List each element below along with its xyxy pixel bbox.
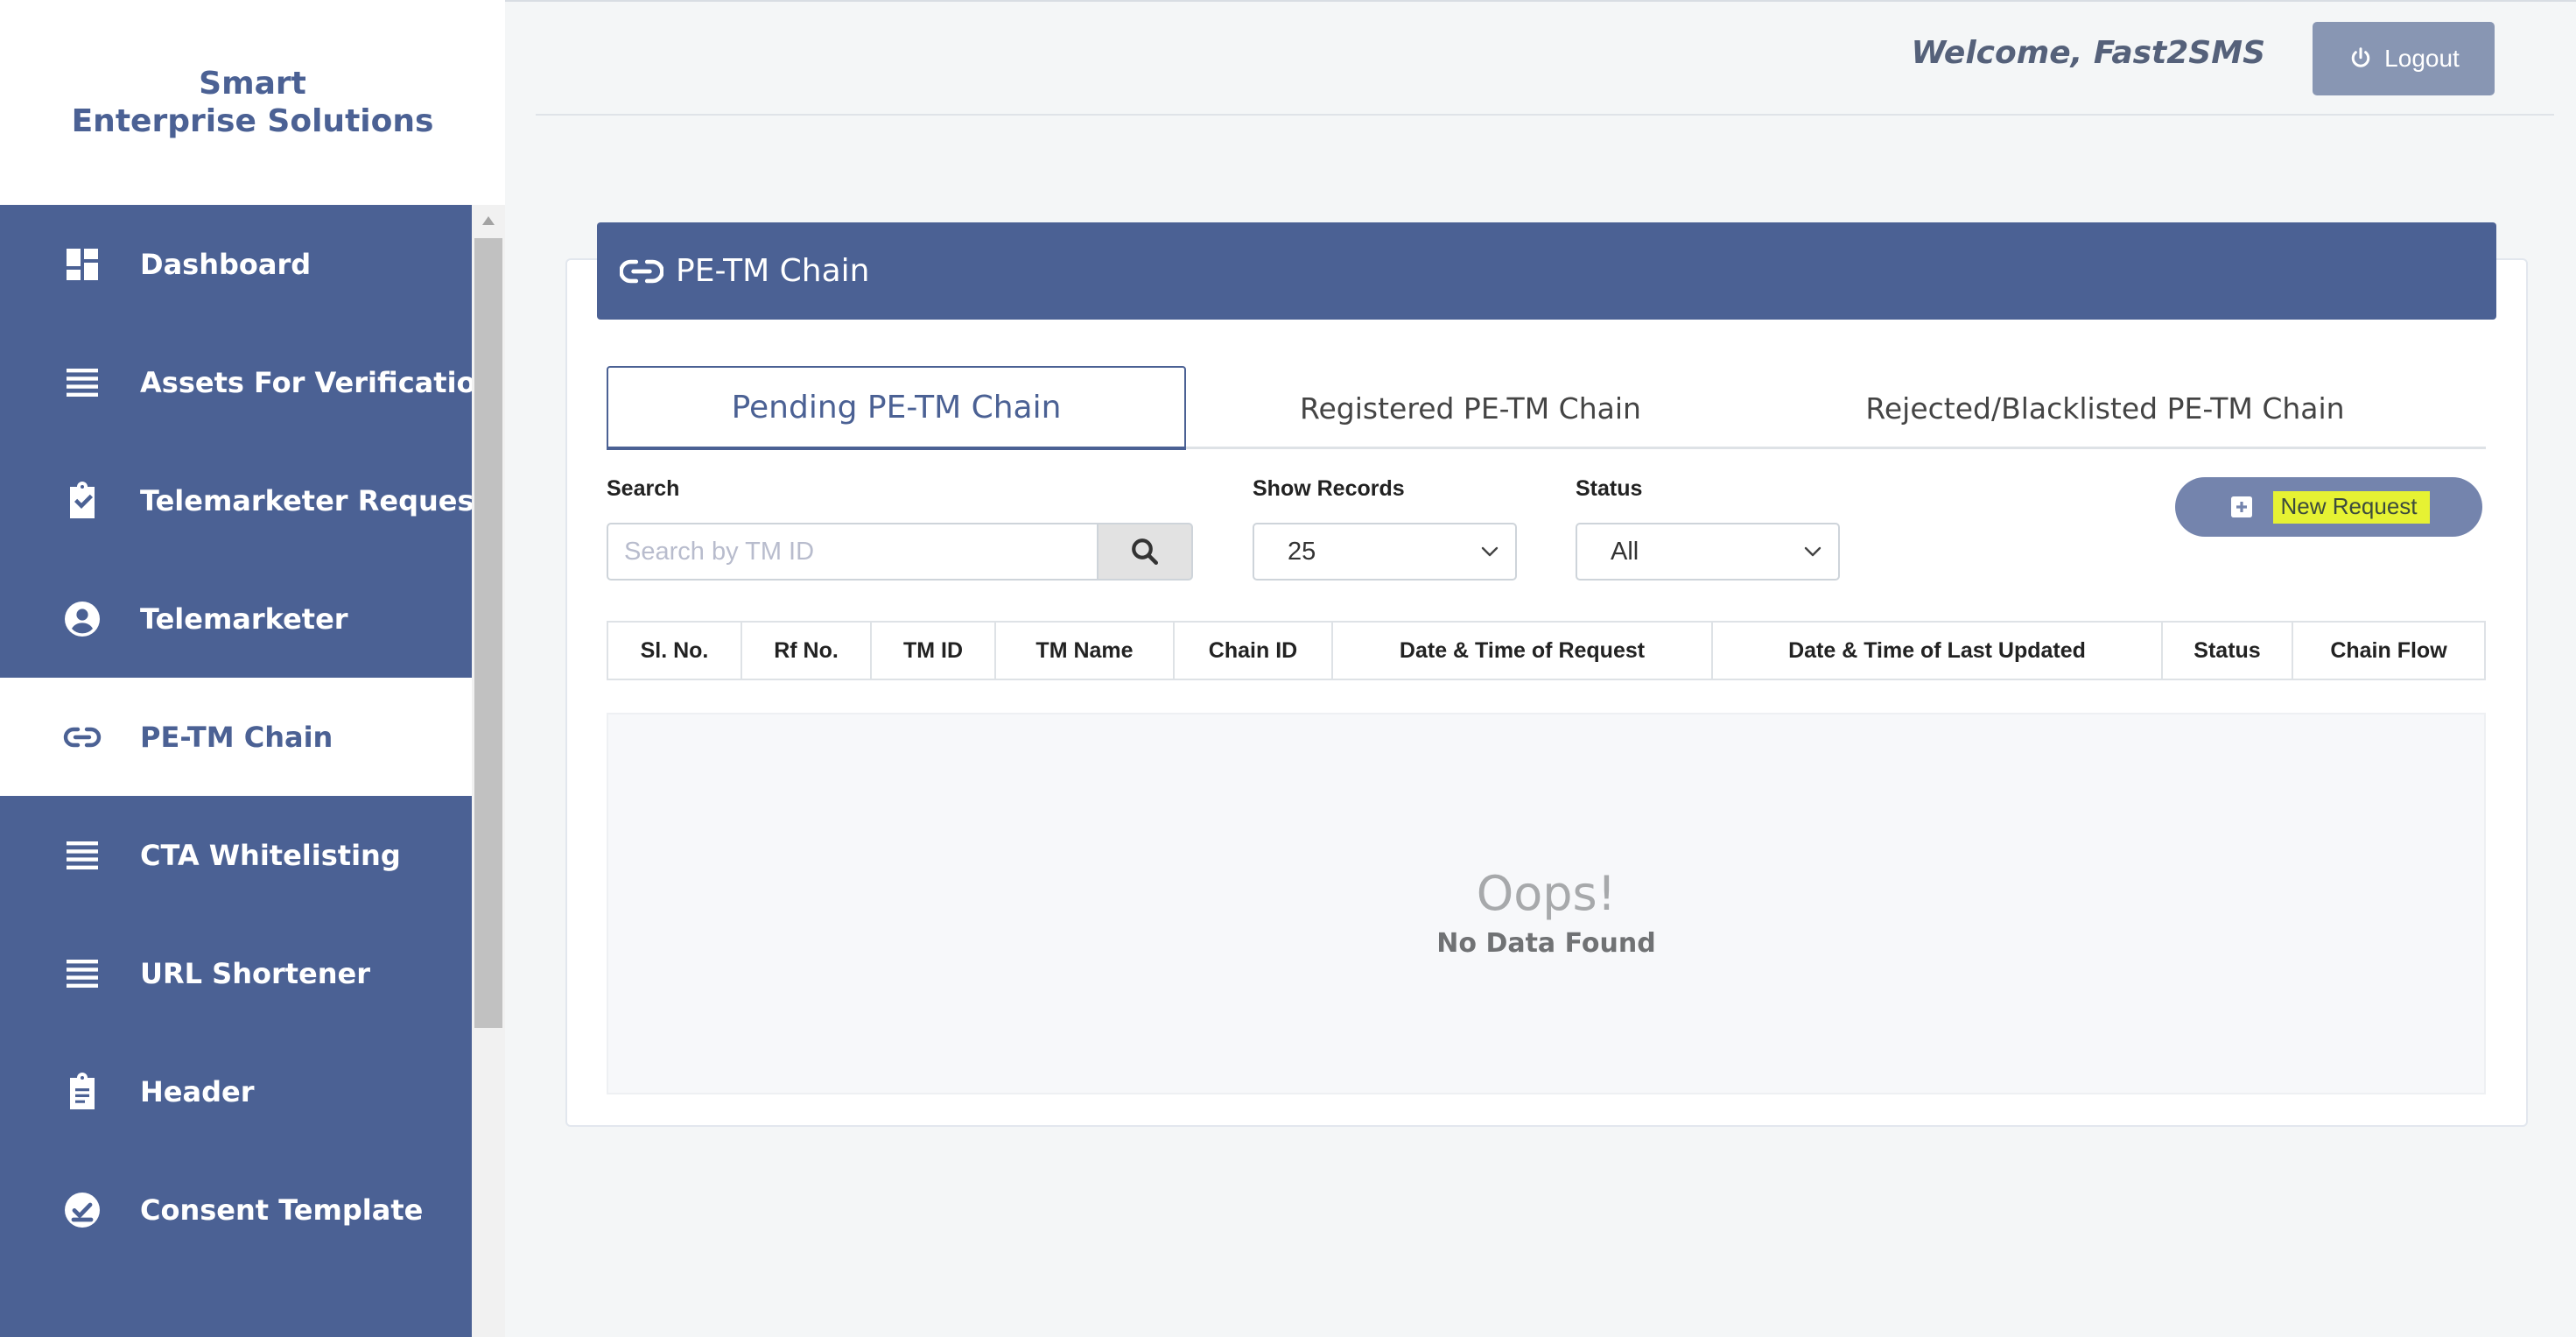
sidebar-item-label: Telemarketer xyxy=(140,602,348,636)
user-circle-icon xyxy=(61,598,103,640)
logout-button[interactable]: Logout xyxy=(2313,22,2495,95)
scrollbar-thumb[interactable] xyxy=(474,238,502,1028)
tab-pending-pe-tm-chain[interactable]: Pending PE-TM Chain xyxy=(607,366,1186,450)
show-records-label: Show Records xyxy=(1253,476,1405,501)
dashboard-icon xyxy=(61,243,103,285)
column-header[interactable]: Status xyxy=(2163,623,2293,679)
search-input[interactable] xyxy=(607,523,1097,581)
search-button[interactable] xyxy=(1097,523,1193,581)
sidebar-item-label: Header xyxy=(140,1074,255,1108)
column-header[interactable]: Chain Flow xyxy=(2293,623,2484,679)
clipboard-check-icon xyxy=(61,480,103,522)
tab-rejected-blacklisted-pe-tm-chain[interactable]: Rejected/Blacklisted PE-TM Chain xyxy=(1755,366,2455,450)
column-header[interactable]: Sl. No. xyxy=(608,623,742,679)
sidebar-item-telemarketer-request[interactable]: Telemarketer Request xyxy=(0,441,472,559)
header-divider xyxy=(536,114,2554,116)
sidebar-item-dashboard[interactable]: Dashboard xyxy=(0,205,472,323)
show-records-select[interactable]: 25 xyxy=(1253,523,1517,581)
new-request-label: New Request xyxy=(2273,490,2430,524)
search-label: Search xyxy=(607,476,680,501)
column-header[interactable]: Rf No. xyxy=(742,623,872,679)
search-icon xyxy=(1132,538,1158,565)
brand-line-2: Enterprise Solutions xyxy=(71,103,434,139)
status-select[interactable]: All xyxy=(1576,523,1840,581)
sidebar-item-label: Telemarketer Request xyxy=(140,483,472,517)
sidebar-item-telemarketer[interactable]: Telemarketer xyxy=(0,559,472,678)
sidebar: Dashboard Assets For Verification Telema… xyxy=(0,205,472,1337)
card-header: PE-TM Chain xyxy=(597,222,2496,320)
new-request-button[interactable]: New Request xyxy=(2175,477,2482,537)
column-header[interactable]: TM Name xyxy=(996,623,1175,679)
sidebar-item-label: Consent Template xyxy=(140,1193,424,1227)
empty-state: Oops! No Data Found xyxy=(607,713,2486,1094)
empty-state-message: No Data Found xyxy=(1436,928,1656,959)
sidebar-item-cta-whitelisting[interactable]: CTA Whitelisting xyxy=(0,796,472,914)
list-icon xyxy=(61,362,103,404)
sidebar-item-label: URL Shortener xyxy=(140,956,371,990)
clipboard-text-icon xyxy=(61,1071,103,1113)
show-records-value: 25 xyxy=(1288,537,1316,566)
scroll-up-arrow-icon[interactable] xyxy=(472,205,505,236)
sidebar-scrollbar[interactable] xyxy=(472,205,505,1337)
sidebar-item-assets-for-verification[interactable]: Assets For Verification xyxy=(0,323,472,441)
top-border xyxy=(505,0,2576,2)
empty-state-title: Oops! xyxy=(1476,866,1617,921)
chevron-down-icon xyxy=(1481,546,1499,557)
sidebar-item-label: PE-TM Chain xyxy=(140,720,333,754)
list-icon xyxy=(61,834,103,876)
sidebar-item-consent-template[interactable]: Consent Template xyxy=(0,1151,472,1269)
tab-registered-pe-tm-chain[interactable]: Registered PE-TM Chain xyxy=(1186,366,1755,450)
page-title: PE-TM Chain xyxy=(676,253,870,289)
column-header[interactable]: Date & Time of Last Updated xyxy=(1713,623,2163,679)
sidebar-item-pe-tm-chain[interactable]: PE-TM Chain xyxy=(0,678,472,796)
status-value: All xyxy=(1611,537,1639,566)
check-circle-icon xyxy=(61,1189,103,1231)
link-icon xyxy=(620,259,663,283)
brand-line-1: Smart xyxy=(199,66,306,102)
logout-label: Logout xyxy=(2384,45,2460,72)
chevron-down-icon xyxy=(1804,546,1821,557)
column-header[interactable]: Date & Time of Request xyxy=(1333,623,1713,679)
sidebar-item-url-shortener[interactable]: URL Shortener xyxy=(0,914,472,1032)
sidebar-item-label: Assets For Verification xyxy=(140,365,472,399)
data-table-header: Sl. No. Rf No. TM ID TM Name Chain ID Da… xyxy=(607,621,2486,680)
brand-logo[interactable]: Smart Enterprise Solutions xyxy=(0,0,505,205)
column-header[interactable]: TM ID xyxy=(872,623,996,679)
welcome-text: Welcome, Fast2SMS xyxy=(1911,35,2266,71)
sidebar-item-label: CTA Whitelisting xyxy=(140,838,401,872)
sidebar-item-label: Dashboard xyxy=(140,247,312,281)
power-icon xyxy=(2351,47,2370,67)
status-label: Status xyxy=(1576,476,1643,501)
list-icon xyxy=(61,953,103,995)
link-icon xyxy=(61,716,103,758)
sidebar-item-header[interactable]: Header xyxy=(0,1032,472,1151)
column-header[interactable]: Chain ID xyxy=(1175,623,1333,679)
plus-square-icon xyxy=(2231,496,2253,517)
